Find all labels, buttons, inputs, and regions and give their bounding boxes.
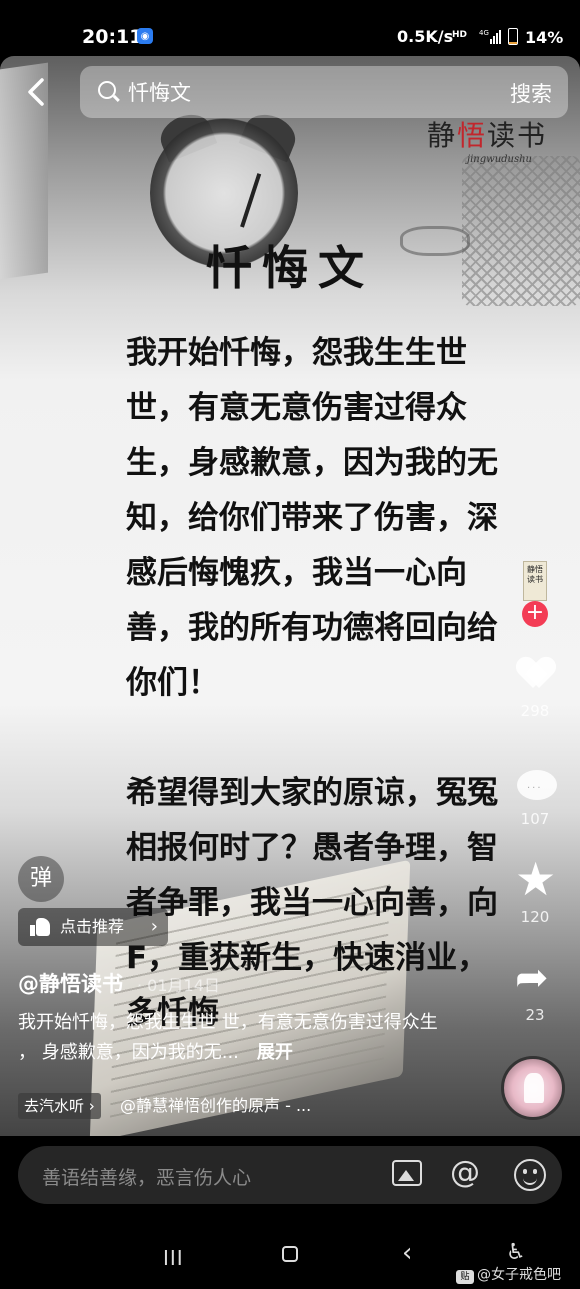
poster-paragraph: 我开始忏悔，怨我生生世世，有意无意伤害过得众生，身感歉意，因为我的无知，给你们带…: [126, 335, 498, 701]
music-disc[interactable]: [501, 1056, 565, 1120]
comment-button[interactable]: ··· 107: [505, 766, 565, 828]
video-caption[interactable]: 我开始忏悔，怨我生生世 世，有意无意伤害过得众生 ， 身感歉意，因为我的无...…: [18, 1008, 448, 1068]
status-bar: 20:11 ◉ 0.5K/s HD 4G 14%: [0, 0, 580, 56]
follow-button[interactable]: +: [522, 601, 548, 627]
signal-icon: 4G: [479, 29, 501, 44]
share-icon: ➦: [515, 955, 549, 1001]
share-count: 23: [525, 1006, 545, 1024]
listen-in-app-button[interactable]: 去汽水听 ›: [18, 1093, 101, 1119]
expand-button[interactable]: 展开: [257, 1042, 293, 1063]
watermark-logo: 静悟读书: [427, 119, 548, 152]
network-speed: 0.5K/s: [397, 27, 454, 46]
search-bar[interactable]: 忏悔文 搜索: [80, 66, 568, 118]
favorite-count: 120: [520, 908, 550, 926]
author-name[interactable]: @静悟读书 · 01月14日: [18, 968, 220, 998]
comment-count: 107: [520, 810, 550, 828]
image-icon[interactable]: [392, 1160, 422, 1186]
post-date: · 01月14日: [137, 976, 220, 995]
accessibility-icon[interactable]: ♿: [506, 1240, 526, 1265]
search-button[interactable]: 搜索: [510, 78, 552, 108]
home-icon[interactable]: [282, 1246, 298, 1262]
like-button[interactable]: 298: [505, 658, 565, 720]
author-avatar[interactable]: 静悟读书: [523, 561, 547, 601]
comment-placeholder: 善语结善缘，恶言伤人心: [42, 1167, 252, 1189]
star-icon: ★: [515, 852, 557, 906]
forum-watermark: 贴 @女子戒色吧: [456, 1264, 561, 1284]
signal-label: 4G: [479, 29, 489, 37]
danmaku-toggle[interactable]: 弹: [18, 856, 64, 902]
poster-paragraph: 希望得到大家的原谅，冤冤相报何时了？愚者争理，智者争罪，我当一心向善，向F，重获…: [126, 775, 498, 1031]
emoji-icon[interactable]: [514, 1159, 546, 1191]
recent-apps-icon[interactable]: III: [163, 1246, 184, 1270]
recommend-button[interactable]: 点击推荐 ›: [18, 908, 168, 946]
at-icon[interactable]: @: [450, 1156, 480, 1190]
video-player[interactable]: 忏悔文 搜索 静悟读书 jingwudushu 忏悔文 我开始忏悔，怨我生生世世…: [0, 56, 580, 1136]
system-nav-bar: III ‹ ♿ 贴 @女子戒色吧: [0, 1226, 580, 1289]
like-count: 298: [520, 702, 550, 720]
hd-indicator: HD: [452, 30, 468, 40]
channel-watermark: 静悟读书 jingwudushu: [427, 114, 577, 174]
status-time: 20:11: [82, 26, 143, 48]
comment-input[interactable]: 善语结善缘，恶言伤人心 @: [18, 1146, 562, 1204]
poster-title: 忏悔文: [206, 241, 374, 295]
back-icon: [28, 78, 44, 106]
nav-back-icon[interactable]: ‹: [402, 1238, 412, 1268]
heart-icon: [519, 658, 553, 688]
chevron-right-icon: ›: [150, 916, 158, 937]
sound-credit[interactable]: @静慧禅悟创作的原声 - ...: [120, 1093, 311, 1119]
search-input[interactable]: 忏悔文: [128, 77, 191, 107]
back-button[interactable]: [22, 76, 54, 108]
watermark-script: jingwudushu: [467, 154, 532, 165]
battery-icon: [508, 28, 518, 45]
search-icon: [98, 81, 116, 99]
comment-area: 善语结善缘，恶言伤人心 @: [0, 1136, 580, 1226]
favorite-button[interactable]: ★ 120: [505, 856, 565, 926]
thumb-icon: [30, 918, 50, 936]
battery-fill: [509, 41, 517, 44]
recommend-label: 点击推荐: [60, 917, 125, 936]
share-button[interactable]: ➦ 23: [505, 958, 565, 1024]
notification-app-icon: ◉: [137, 28, 153, 44]
battery-percent: 14%: [525, 28, 564, 47]
